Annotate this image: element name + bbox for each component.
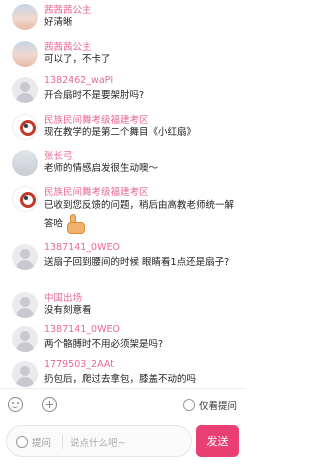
avatar[interactable] <box>12 326 38 352</box>
username[interactable]: 中国出场 <box>44 290 82 304</box>
avatar[interactable] <box>12 4 38 30</box>
username[interactable]: 张长弓 <box>44 148 73 162</box>
username[interactable]: 民族民间舞考级福建考区 <box>44 184 149 198</box>
username[interactable]: 茜茜茜公主 <box>44 39 92 53</box>
input-bar: 提问 说点什么吧~ 发送 <box>0 420 245 467</box>
username[interactable]: 民族民间舞考级福建考区 <box>44 112 149 126</box>
message-text: 没有刻意看 <box>44 305 92 316</box>
message-text: 扔包后，爬过去拿包，膝盖不动的吗 <box>44 374 197 385</box>
avatar[interactable] <box>12 150 38 176</box>
message-text: 送扇子回到腰间的时候 眼睛看1点还是扇子? <box>44 257 230 268</box>
message-text: 开合扇时不是要架肘吗? <box>44 90 145 101</box>
username[interactable]: 1779503_2AAt <box>44 359 114 370</box>
avatar[interactable] <box>12 292 38 318</box>
question-label: 提问 <box>32 438 52 449</box>
emoji-icon[interactable] <box>8 397 23 412</box>
username[interactable]: 茜茜茜公主 <box>44 2 92 16</box>
message-input[interactable]: 说点什么吧~ <box>70 435 125 449</box>
avatar[interactable] <box>12 361 38 387</box>
message-input-box[interactable]: 提问 说点什么吧~ <box>6 425 192 457</box>
chat-message-list[interactable]: 茜茜茜公主 好清晰 茜茜茜公主 可以了，不卡了 1382462_waPI 开合扇… <box>0 0 245 388</box>
send-button[interactable]: 发送 <box>196 425 239 457</box>
avatar[interactable] <box>12 77 38 103</box>
radio-button[interactable] <box>182 399 195 411</box>
avatar[interactable] <box>12 114 38 140</box>
thumbs-up-icon <box>65 213 89 235</box>
input-separator <box>62 435 63 449</box>
avatar[interactable] <box>12 186 38 212</box>
message-text: 已收到您反馈的问题，稍后由高教老师统一解答哈 <box>44 198 240 235</box>
avatar[interactable] <box>12 244 38 270</box>
only-questions-label: 仅看提问 <box>198 401 237 412</box>
message-text: 老师的情感启发很生动噢～ <box>44 163 159 174</box>
toolbar: 仅看提问 <box>0 389 245 419</box>
only-questions-toggle[interactable]: 仅看提问 <box>182 398 237 412</box>
question-radio[interactable] <box>16 436 28 448</box>
username[interactable]: 1382462_waPI <box>44 75 113 86</box>
message-text: 可以了，不卡了 <box>44 54 111 65</box>
username[interactable]: 1387141_0WEO <box>44 324 120 335</box>
message-text: 好清晰 <box>44 17 73 28</box>
message-text: 现在教学的是第二个舞目《小红扇》 <box>44 127 197 138</box>
username[interactable]: 1387141_0WEO <box>44 242 120 253</box>
message-text: 两个骼膊时不用必须架是吗? <box>44 339 164 350</box>
plus-circle-icon[interactable] <box>42 397 57 412</box>
avatar[interactable] <box>12 41 38 67</box>
